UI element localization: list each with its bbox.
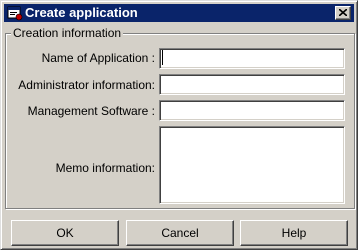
- name-of-application-label: Name of Application :: [41, 51, 155, 65]
- help-button[interactable]: Help: [240, 220, 348, 246]
- close-button[interactable]: [335, 6, 351, 20]
- management-software-label: Management Software :: [27, 104, 155, 118]
- memo-information-textarea[interactable]: [159, 126, 345, 204]
- title-bar[interactable]: Create application: [4, 4, 354, 22]
- management-software-input[interactable]: [159, 100, 345, 121]
- memo-information-label: Memo information:: [55, 161, 155, 175]
- application-icon: [7, 5, 23, 21]
- group-legend: Creation information: [11, 26, 124, 40]
- cancel-button[interactable]: Cancel: [126, 220, 234, 246]
- create-application-dialog: Create application Creation information …: [0, 0, 358, 250]
- close-icon: [339, 9, 347, 16]
- text-caret: [162, 50, 163, 65]
- administrator-information-input[interactable]: [159, 74, 345, 95]
- ok-button[interactable]: OK: [11, 220, 119, 246]
- name-of-application-input[interactable]: [159, 48, 345, 69]
- window-title: Create application: [25, 5, 138, 20]
- administrator-information-label: Administrator information:: [18, 78, 155, 92]
